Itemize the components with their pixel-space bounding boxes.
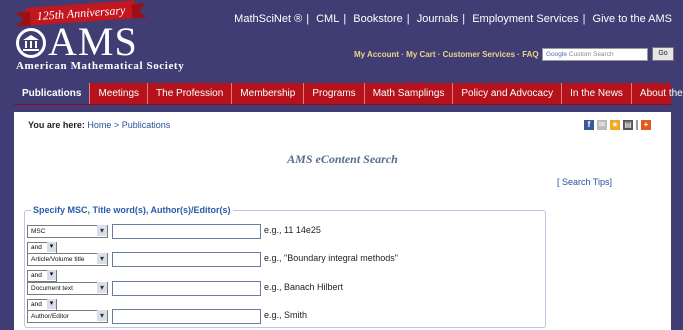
search-form: Specify MSC, Title word(s), Author(s)/Ed…: [24, 205, 546, 328]
top-link-bookstore[interactable]: Bookstore: [353, 13, 403, 25]
nav-news[interactable]: In the News: [562, 83, 632, 104]
search-text-input[interactable]: [112, 252, 261, 267]
share-icons: f ✉ ★ ▤ +: [584, 120, 651, 130]
top-links: MathSciNet ® | CML | Bookstore | Journals | …: [234, 13, 672, 25]
ams-building-icon[interactable]: [16, 28, 46, 58]
top-link-mathscinet[interactable]: MathSciNet ®: [234, 13, 302, 25]
main-nav: Publications Meetings The Profession Mem…: [14, 83, 683, 105]
example-text: e.g., 11 14e25: [264, 225, 321, 235]
field-select[interactable]: Article/Volume title: [27, 253, 108, 266]
top-link-employment[interactable]: Employment Services: [472, 13, 578, 25]
connector-select[interactable]: and: [27, 270, 57, 282]
go-button[interactable]: Go: [652, 47, 674, 61]
field-select[interactable]: Document text: [27, 282, 108, 295]
search-text-input[interactable]: [112, 281, 261, 296]
field-select[interactable]: Author/Editor: [27, 310, 108, 323]
account-links[interactable]: My Account · My Cart · Customer Services…: [354, 50, 539, 59]
search-row: Author/Editor e.g., Smith: [27, 309, 527, 326]
top-link-give[interactable]: Give to the AMS: [593, 13, 672, 25]
form-legend: Specify MSC, Title word(s), Author(s)/Ed…: [33, 205, 231, 215]
search-tips-link[interactable]: [ Search Tips]: [557, 177, 612, 187]
breadcrumb: You are here: Home > Publications: [28, 120, 170, 130]
separator-icon: [636, 120, 638, 130]
breadcrumb-prefix: You are here:: [28, 120, 85, 130]
google-label: Google: [546, 51, 567, 58]
ams-logo-letters[interactable]: AMS: [48, 20, 138, 64]
nav-meetings[interactable]: Meetings: [90, 83, 149, 104]
print-icon[interactable]: ▤: [623, 120, 633, 130]
ams-full-name: American Mathematical Society: [16, 60, 185, 72]
example-text: e.g., Smith: [264, 310, 308, 320]
nav-publications[interactable]: Publications: [14, 83, 91, 104]
nav-about[interactable]: About the AMS: [632, 83, 683, 104]
search-text-input[interactable]: [112, 224, 261, 239]
search-placeholder: Custom Search: [568, 51, 614, 58]
google-search-input[interactable]: Google Custom Search: [542, 48, 648, 61]
breadcrumb-sep: >: [113, 120, 120, 130]
search-row: MSC e.g., 11 14e25: [27, 224, 527, 241]
search-row: Article/Volume title e.g., "Boundary int…: [27, 252, 527, 269]
bookmark-icon[interactable]: ★: [610, 120, 620, 130]
top-link-journals[interactable]: Journals: [417, 13, 459, 25]
nav-profession[interactable]: The Profession: [148, 83, 233, 104]
field-select[interactable]: MSC: [27, 225, 108, 238]
breadcrumb-current[interactable]: Publications: [122, 120, 171, 130]
top-link-cml[interactable]: CML: [316, 13, 339, 25]
nav-math-samplings[interactable]: Math Samplings: [365, 83, 454, 104]
search-row: Document text e.g., Banach Hilbert: [27, 281, 527, 298]
plus-icon[interactable]: +: [641, 120, 651, 130]
page-title: AMS eContent Search: [287, 152, 398, 166]
email-icon[interactable]: ✉: [597, 120, 607, 130]
nav-programs[interactable]: Programs: [304, 83, 365, 104]
search-text-input[interactable]: [112, 309, 261, 324]
breadcrumb-home[interactable]: Home: [87, 120, 111, 130]
facebook-icon[interactable]: f: [584, 120, 594, 130]
example-text: e.g., Banach Hilbert: [264, 282, 344, 292]
nav-policy[interactable]: Policy and Advocacy: [453, 83, 563, 104]
example-text: e.g., "Boundary integral methods": [264, 253, 398, 263]
nav-membership[interactable]: Membership: [232, 83, 305, 104]
content-panel: You are here: Home > Publications f ✉ ★ …: [14, 112, 671, 330]
